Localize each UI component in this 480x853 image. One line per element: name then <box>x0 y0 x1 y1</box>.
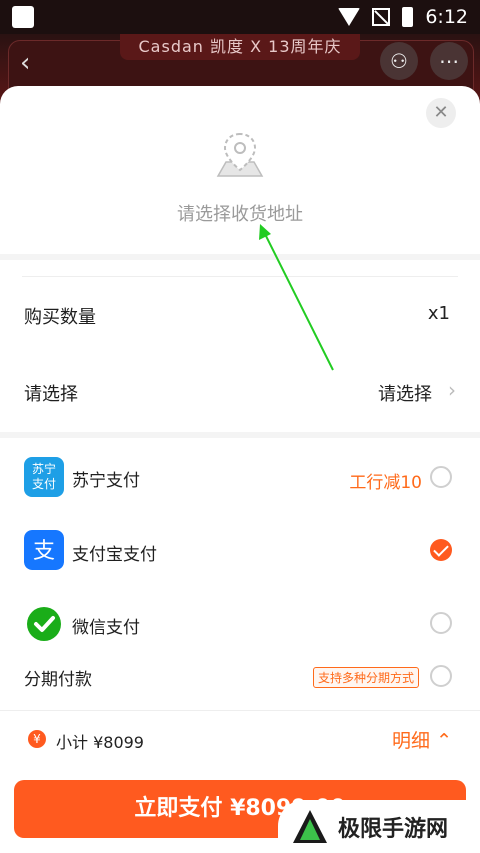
more-button[interactable]: ⋯ <box>430 42 468 80</box>
divider <box>0 254 480 260</box>
back-button[interactable]: ‹ <box>20 48 50 78</box>
address-placeholder[interactable]: 请选择收货地址 <box>0 200 480 226</box>
quantity-value[interactable]: x1 <box>428 303 450 324</box>
map-pin-icon <box>216 132 264 177</box>
wechat-pay-icon <box>27 607 61 641</box>
spec-value[interactable]: 请选择 <box>378 380 432 406</box>
alipay-icon: 支 <box>24 530 64 570</box>
detail-label: 明细 <box>392 730 431 752</box>
watermark: 极限手游网 <box>278 800 480 853</box>
payment-option-label[interactable]: 苏宁支付 <box>72 466 140 491</box>
chevron-up-icon: ⌃ <box>436 730 452 752</box>
payment-option-label[interactable]: 支付宝支付 <box>72 540 157 565</box>
detail-toggle[interactable]: 明细 ⌃ <box>392 726 452 753</box>
notification-icon <box>12 6 34 28</box>
watermark-text: 极限手游网 <box>338 816 449 842</box>
suning-pay-radio[interactable] <box>430 466 452 488</box>
suning-pay-icon: 苏宁 支付 <box>24 457 64 497</box>
svg-text:支: 支 <box>33 539 55 564</box>
alipay-radio-checked[interactable] <box>430 539 452 561</box>
subtotal-text: 小计 ¥8099 <box>56 733 144 752</box>
divider <box>0 710 480 711</box>
status-bar: 6:12 <box>0 0 480 34</box>
divider <box>0 432 480 438</box>
installment-label[interactable]: 分期付款 <box>24 665 92 690</box>
quantity-label: 购买数量 <box>24 307 96 328</box>
wechat-pay-radio[interactable] <box>430 612 452 634</box>
no-signal-icon <box>372 8 391 26</box>
status-time: 6:12 <box>425 6 468 28</box>
payment-option-label[interactable]: 微信支付 <box>72 613 140 638</box>
wifi-icon <box>338 8 361 26</box>
close-button[interactable]: ✕ <box>426 98 456 128</box>
chevron-right-icon: › <box>448 378 456 402</box>
battery-icon <box>402 7 414 27</box>
currency-icon: ¥ <box>28 730 46 748</box>
promo-text: 工行减10 <box>349 473 422 493</box>
brand-banner: Casdan 凯度 X 13周年庆 <box>120 34 360 60</box>
divider <box>22 276 458 277</box>
installment-radio[interactable] <box>430 665 452 687</box>
watermark-logo-icon <box>293 809 327 843</box>
installment-badge: 支持多种分期方式 <box>313 667 420 688</box>
spec-label: 请选择 <box>24 384 78 405</box>
share-button[interactable]: ⚇ <box>380 42 418 80</box>
